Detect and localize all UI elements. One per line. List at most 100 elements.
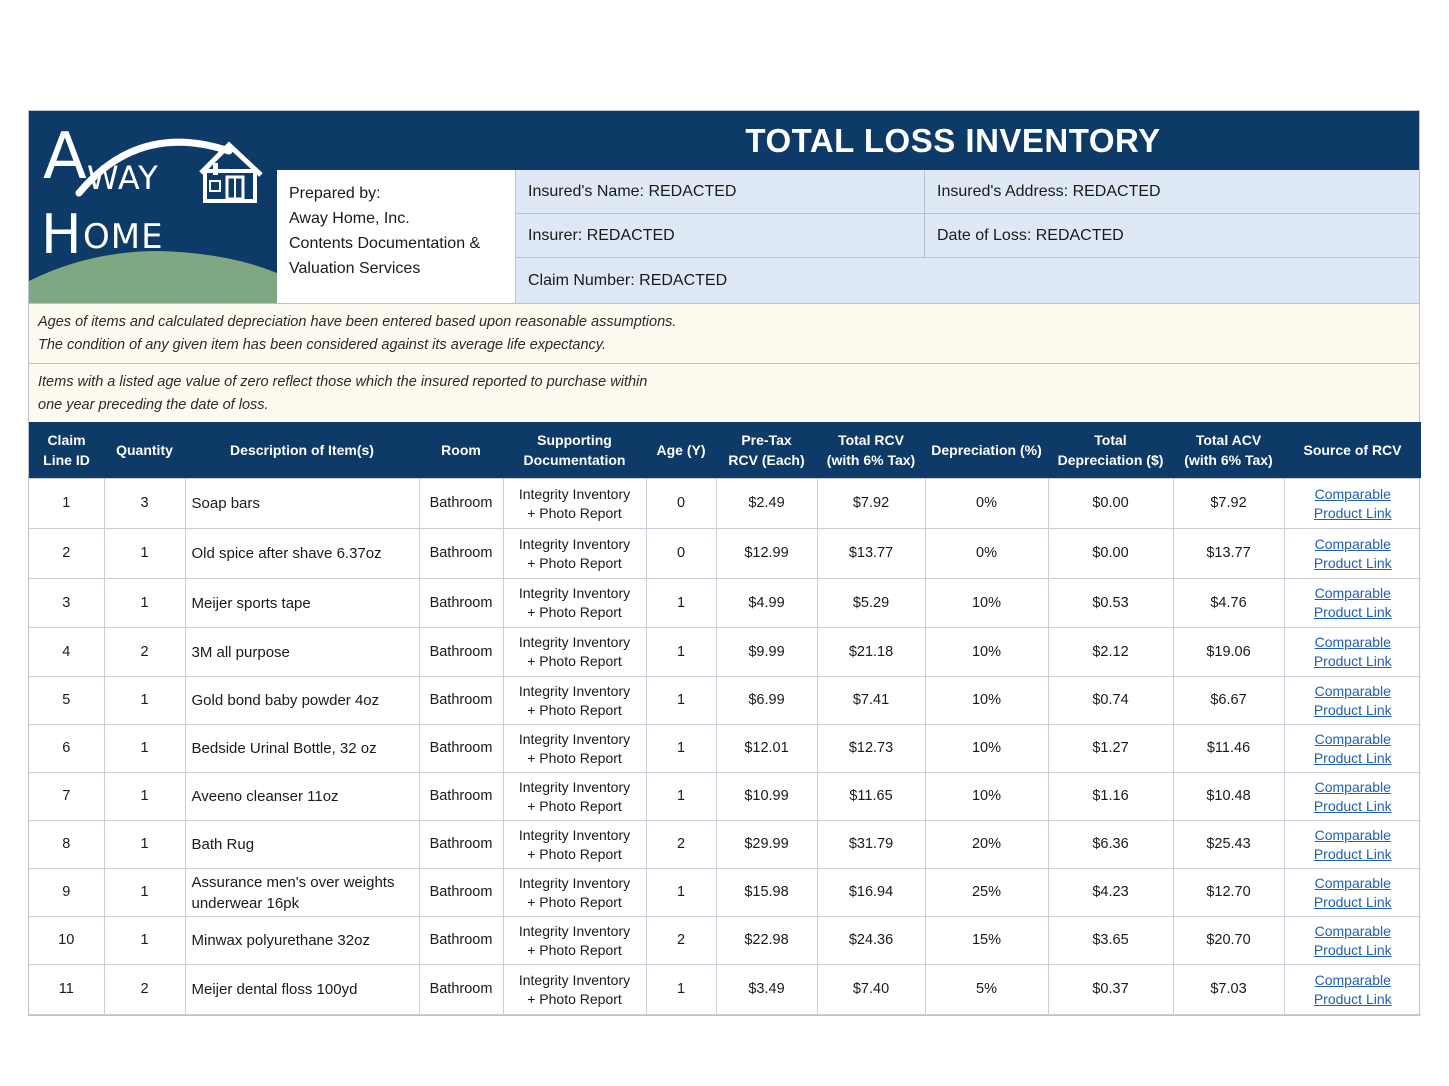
cell-total-rcv: $11.65 <box>816 772 926 821</box>
column-header-label: RCV (Each) <box>728 452 805 468</box>
documentation-label: + Photo Report <box>527 797 622 814</box>
prepared-by-line: Prepared by: <box>289 185 381 202</box>
link-label[interactable]: Product Link <box>1289 893 1418 912</box>
cell-total-depreciation: $0.00 <box>1047 528 1174 579</box>
cell-pretax-rcv: $9.99 <box>715 627 818 677</box>
cell-description: Minwax polyurethane 32oz <box>184 916 420 965</box>
cell-quantity: 1 <box>103 676 186 725</box>
cell-claim-id: 10 <box>29 916 105 965</box>
documentation-label: + Photo Report <box>527 749 622 766</box>
insurer-cell: Insurer: REDACTED <box>516 214 925 258</box>
comparable-product-link[interactable]: Comparable Product Link <box>1289 633 1418 671</box>
link-label[interactable]: Product Link <box>1289 845 1418 864</box>
comparable-product-link[interactable]: Comparable Product Link <box>1289 778 1418 816</box>
cell-age: 0 <box>645 478 717 529</box>
cell-quantity: 1 <box>103 528 186 579</box>
cell-supporting-documentation: Integrity Inventory + Photo Report <box>502 528 647 579</box>
link-label[interactable]: Comparable <box>1289 633 1418 652</box>
cell-source-of-rcv: Comparable Product Link <box>1283 724 1421 773</box>
cell-depreciation-pct: 10% <box>924 724 1049 773</box>
cell-total-depreciation: $0.00 <box>1047 478 1174 529</box>
cell-claim-id: 9 <box>29 868 105 917</box>
link-label[interactable]: Comparable <box>1289 584 1418 603</box>
cell-total-rcv: $21.18 <box>816 627 926 677</box>
link-label[interactable]: Comparable <box>1289 730 1418 749</box>
link-label[interactable]: Comparable <box>1289 874 1418 893</box>
link-label[interactable]: Product Link <box>1289 701 1418 720</box>
cell-supporting-documentation: Integrity Inventory + Photo Report <box>502 724 647 773</box>
link-label[interactable]: Comparable <box>1289 778 1418 797</box>
link-label[interactable]: Product Link <box>1289 990 1418 1009</box>
column-header-total-acv: Total ACV (with 6% Tax) <box>1173 422 1284 479</box>
cell-total-rcv: $7.92 <box>816 478 926 529</box>
cell-source-of-rcv: Comparable Product Link <box>1283 964 1421 1015</box>
cell-room: Bathroom <box>418 528 504 579</box>
link-label[interactable]: Product Link <box>1289 749 1418 768</box>
cell-description: Meijer sports tape <box>184 578 420 628</box>
insured-address-cell: Insured's Address: REDACTED <box>925 170 1419 214</box>
column-header-label: Pre-Tax <box>741 432 792 448</box>
cell-description: Gold bond baby powder 4oz <box>184 676 420 725</box>
link-label[interactable]: Product Link <box>1289 652 1418 671</box>
link-label[interactable]: Comparable <box>1289 535 1418 554</box>
cell-room: Bathroom <box>418 916 504 965</box>
note-age-zero: Items with a listed age value of zero re… <box>29 363 1419 422</box>
logo-word-way: WAY <box>87 159 159 197</box>
comparable-product-link[interactable]: Comparable Product Link <box>1289 826 1418 864</box>
link-label[interactable]: Comparable <box>1289 971 1418 990</box>
link-label[interactable]: Comparable <box>1289 922 1418 941</box>
link-label[interactable]: Product Link <box>1289 603 1418 622</box>
cell-quantity: 1 <box>103 916 186 965</box>
cell-source-of-rcv: Comparable Product Link <box>1283 916 1421 965</box>
link-label[interactable]: Comparable <box>1289 682 1418 701</box>
documentation-label: Integrity Inventory <box>518 778 631 795</box>
comparable-product-link[interactable]: Comparable Product Link <box>1289 485 1418 523</box>
cell-total-acv: $19.06 <box>1172 627 1285 677</box>
cell-total-depreciation: $0.74 <box>1047 676 1174 725</box>
link-label[interactable]: Product Link <box>1289 941 1418 960</box>
comparable-product-link[interactable]: Comparable Product Link <box>1289 730 1418 768</box>
documentation-label: + Photo Report <box>527 893 622 910</box>
comparable-product-link[interactable]: Comparable Product Link <box>1289 682 1418 720</box>
column-header-label: Depreciation ($) <box>1057 452 1164 468</box>
documentation-label: Integrity Inventory <box>518 730 631 747</box>
link-label[interactable]: Comparable <box>1289 485 1418 504</box>
cell-claim-id: 3 <box>29 578 105 628</box>
column-header-total-depreciation: Total Depreciation ($) <box>1048 422 1173 479</box>
cell-claim-id: 8 <box>29 820 105 869</box>
comparable-product-link[interactable]: Comparable Product Link <box>1289 971 1418 1009</box>
cell-pretax-rcv: $22.98 <box>715 916 818 965</box>
column-header-quantity: Quantity <box>104 422 185 479</box>
comparable-product-link[interactable]: Comparable Product Link <box>1289 874 1418 912</box>
link-label[interactable]: Product Link <box>1289 504 1418 523</box>
note-line: Ages of items and calculated depreciatio… <box>38 314 677 330</box>
column-header-claim-line-id: Claim Line ID <box>29 422 104 479</box>
date-of-loss-cell: Date of Loss: REDACTED <box>925 214 1419 258</box>
cell-depreciation-pct: 10% <box>924 627 1049 677</box>
prepared-by-line: Away Home, Inc. <box>289 210 410 227</box>
cell-quantity: 3 <box>103 478 186 529</box>
inventory-sheet: A WAY H OME TOTAL LOSS INVENTORY Prepare… <box>28 110 1421 1016</box>
documentation-label: + Photo Report <box>527 653 622 669</box>
column-header-label: Total ACV <box>1195 432 1262 448</box>
cell-total-depreciation: $0.37 <box>1047 964 1174 1015</box>
link-label[interactable]: Product Link <box>1289 554 1418 573</box>
link-label[interactable]: Product Link <box>1289 797 1418 816</box>
comparable-product-link[interactable]: Comparable Product Link <box>1289 922 1418 960</box>
cell-supporting-documentation: Integrity Inventory + Photo Report <box>502 578 647 628</box>
comparable-product-link[interactable]: Comparable Product Link <box>1289 535 1418 573</box>
column-header-supporting-documentation: Supporting Documentation <box>503 422 646 479</box>
comparable-product-link[interactable]: Comparable Product Link <box>1289 584 1418 622</box>
column-header-label: (with 6% Tax) <box>826 452 916 468</box>
column-header-label: Age (Y) <box>656 442 706 458</box>
cell-pretax-rcv: $6.99 <box>715 676 818 725</box>
cell-source-of-rcv: Comparable Product Link <box>1283 868 1421 917</box>
link-label[interactable]: Comparable <box>1289 826 1418 845</box>
cell-room: Bathroom <box>418 868 504 917</box>
table-row: 2 1 Old spice after shave 6.37oz Bathroom In… <box>29 528 1421 579</box>
note-depreciation: Ages of items and calculated depreciatio… <box>29 303 1419 363</box>
cell-quantity: 1 <box>103 724 186 773</box>
logo-word-ome: OME <box>83 217 164 257</box>
cell-total-depreciation: $3.65 <box>1047 916 1174 965</box>
table-header-row: Claim Line ID Quantity Description of Item(… <box>29 422 1421 479</box>
